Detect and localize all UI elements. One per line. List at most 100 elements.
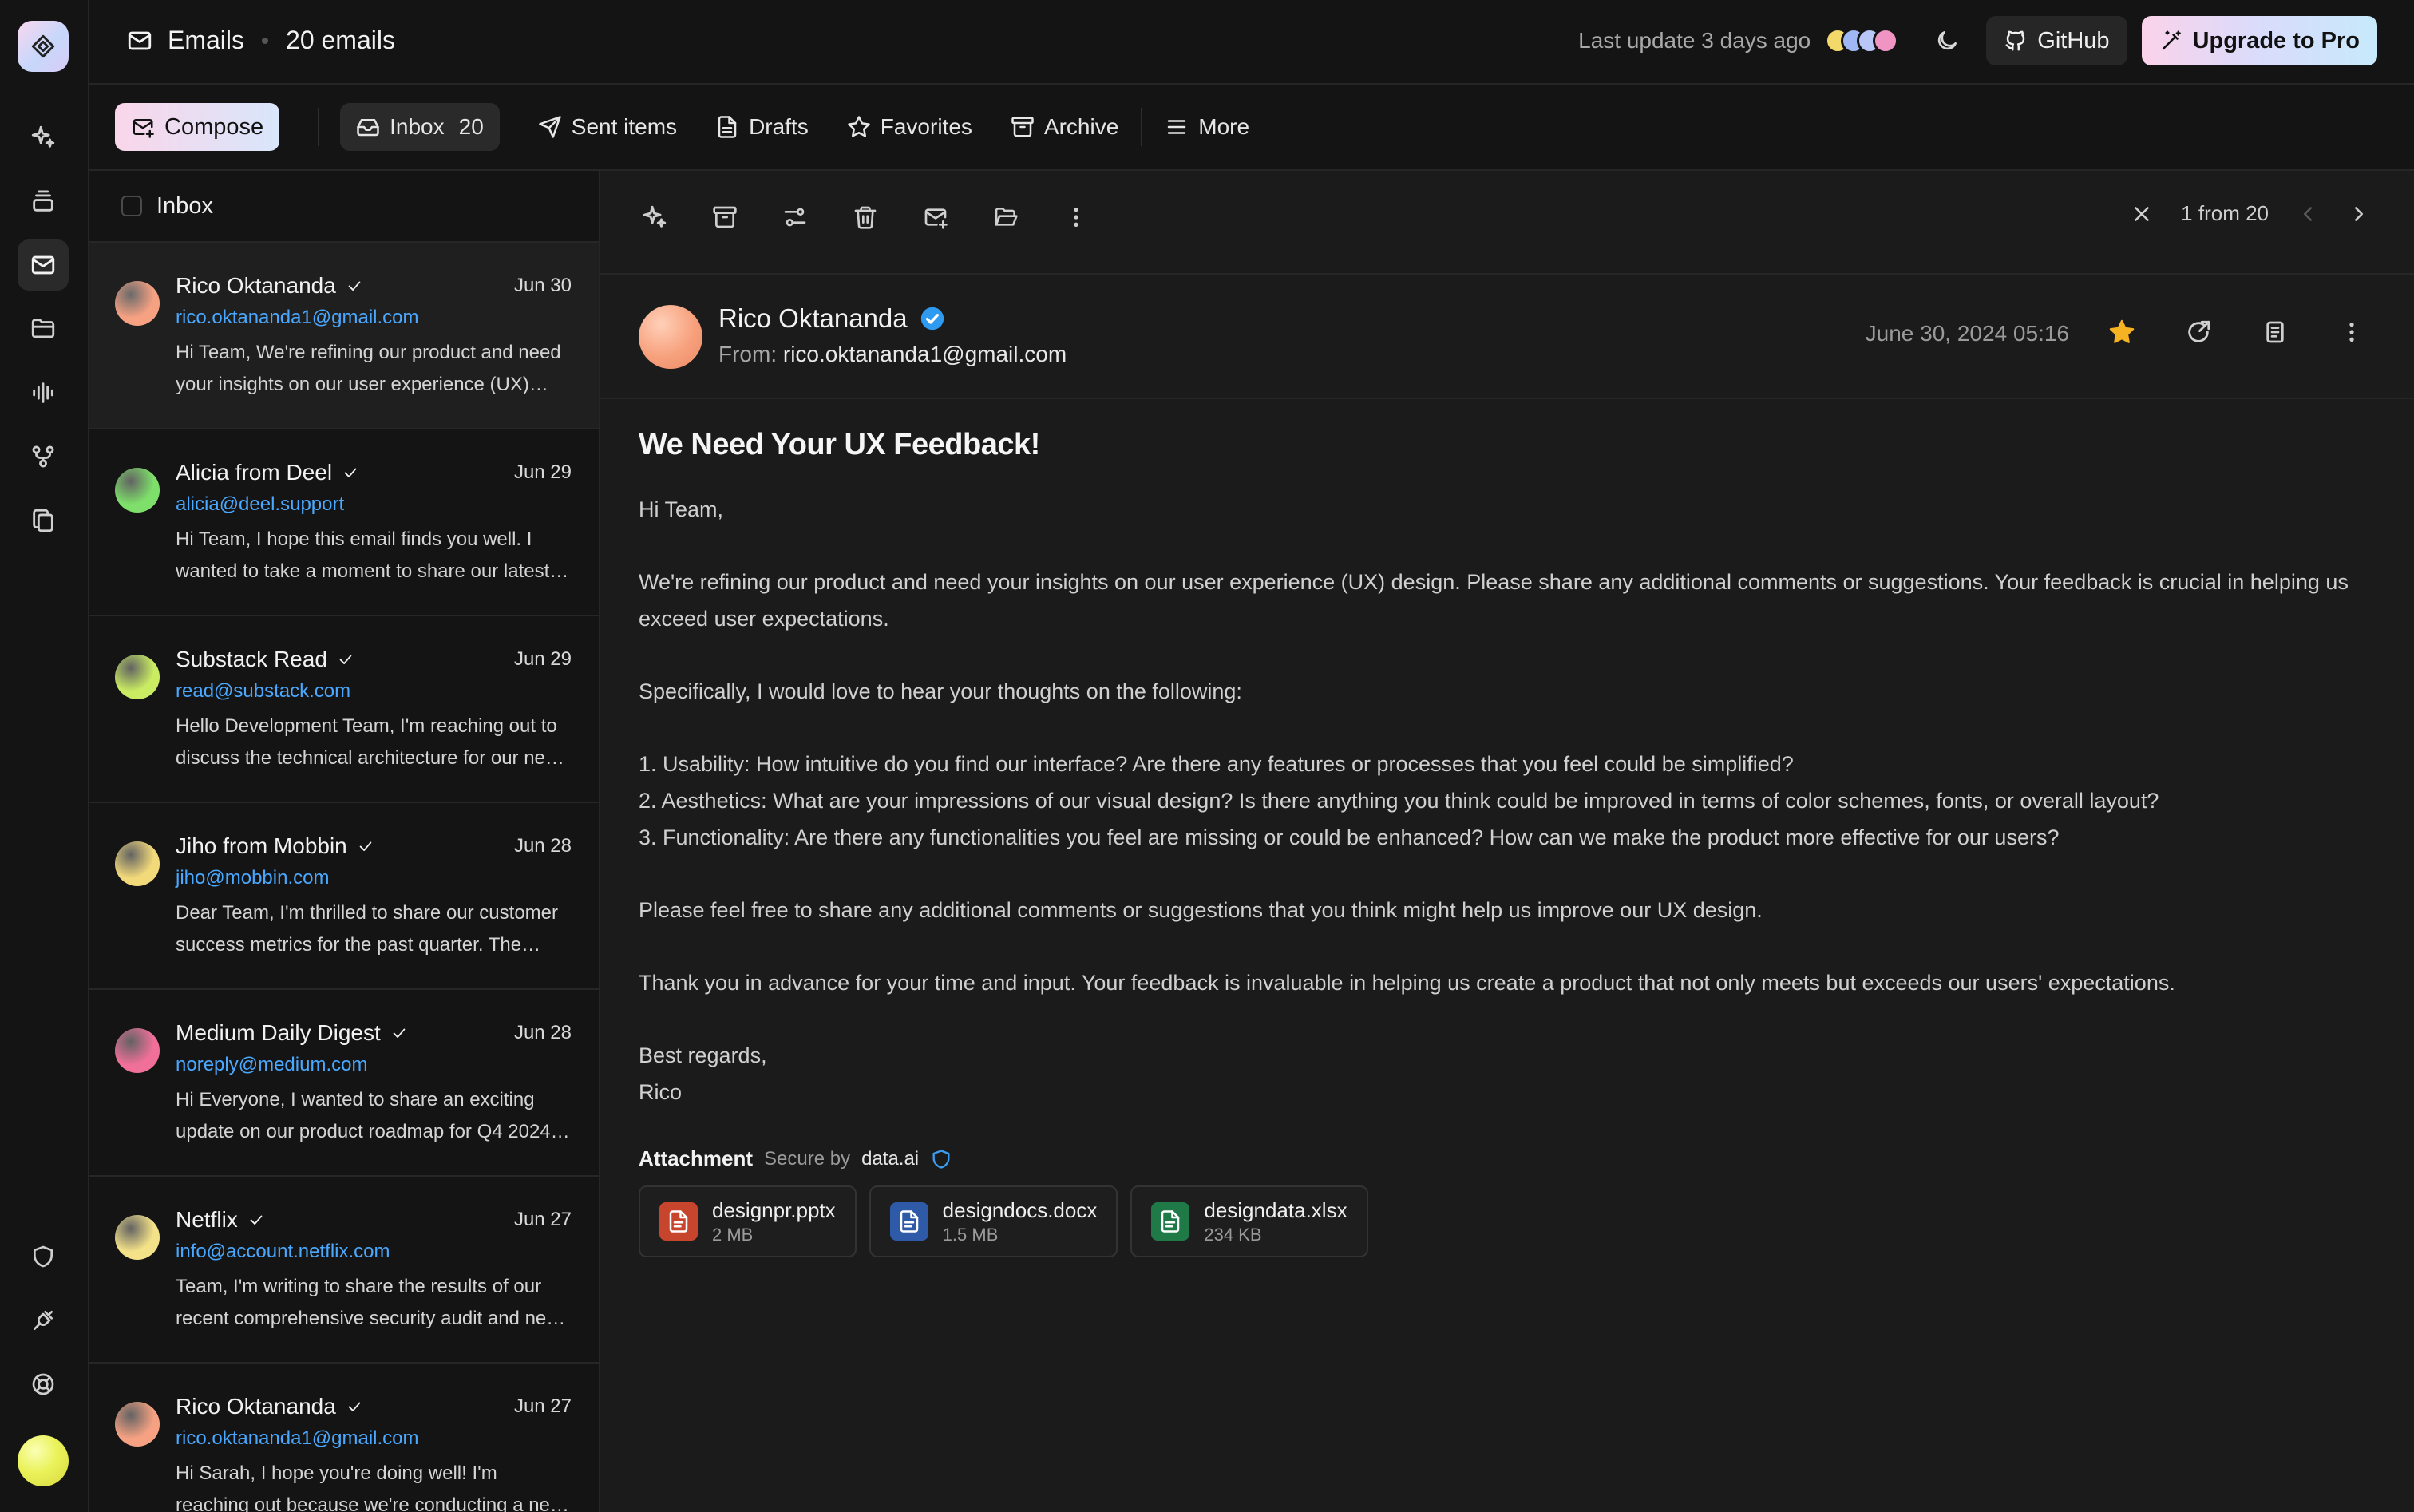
more-actions-button[interactable] [1060,201,1092,233]
move-to-folder-button[interactable] [990,201,1022,233]
email-date: Jun 27 [513,1209,572,1230]
rail-copy-button[interactable] [18,495,69,546]
sender-avatar [115,1402,160,1447]
star-button[interactable] [2106,316,2138,348]
attachment-size: 2 MB [712,1224,754,1245]
rail-stack-button[interactable] [18,176,69,227]
pager-position: 1 from 20 [2181,201,2269,225]
theme-toggle-button[interactable] [1922,16,1972,65]
github-button[interactable]: GitHub [1986,16,2127,65]
rail-branch-button[interactable] [18,431,69,482]
sender-name-row: Alicia from Deel [176,460,359,485]
sparkles-icon [643,205,667,228]
sender-name: Jiho from Mobbin [176,833,347,858]
tab-sent[interactable]: Sent items [522,103,693,151]
rail-audio-button[interactable] [18,367,69,418]
message-datetime: June 30, 2024 05:16 [1865,321,2069,346]
tab-more[interactable]: More [1149,103,1265,151]
ai-summarize-button[interactable] [639,201,671,233]
notes-button[interactable] [2259,316,2291,348]
email-preview: Hi Sarah, I hope you're doing well! I'm … [176,1463,564,1512]
email-date: Jun 29 [513,648,572,670]
email-list-item[interactable]: Substack Read Jun 29 read@substack.com Hell… [89,616,599,803]
email-preview: Dear Team, I'm thrilled to share our cus… [176,902,558,956]
github-label: GitHub [2037,27,2110,53]
paragraph-2: Specifically, I would love to hear your … [639,679,1242,703]
rail-folder-button[interactable] [18,303,69,354]
star-filled-icon [2109,319,2135,343]
sender-avatar [115,468,160,513]
tab-archive-label: Archive [1043,114,1119,139]
attachment-label: Attachment [639,1146,754,1170]
filter-button[interactable] [779,201,811,233]
message-body: We Need Your UX Feedback! Hi Team, We're… [639,428,2363,1257]
email-list-item[interactable]: Rico Oktananda Jun 27 rico.oktananda1@gmai… [89,1364,599,1512]
sender-name-row: Rico Oktananda [176,1394,363,1419]
email-list-item[interactable]: Jiho from Mobbin Jun 28 jiho@mobbin.com Dea… [89,803,599,990]
file-icon [1161,1210,1180,1233]
archive-button[interactable] [709,201,741,233]
email-preview: Team, I'm writing to share the results o… [176,1276,561,1329]
magic-wand-icon [2162,30,2181,50]
email-list-item[interactable]: Alicia from Deel Jun 29 alicia@deel.suppor… [89,429,599,616]
collaborator-avatars[interactable] [1825,28,1899,53]
last-update-text: Last update 3 days ago [1578,28,1811,53]
sender-name-row: Substack Read [176,647,354,672]
upgrade-button[interactable]: Upgrade to Pro [2141,16,2377,65]
app-logo[interactable] [18,21,69,72]
sender-name: Rico Oktananda [718,303,908,333]
title-text: Emails [168,26,245,54]
email-list-item[interactable]: Netflix Jun 27 info@account.netflix.com Tea… [89,1177,599,1364]
select-all-checkbox[interactable] [121,196,142,216]
sender-address: read@substack.com [176,680,351,702]
send-icon [539,116,561,138]
verified-check-icon [339,655,352,664]
attachment-type-icon [659,1202,698,1241]
list-heading: Inbox [156,192,213,219]
compose-button[interactable]: Compose [115,103,280,151]
close-message-button[interactable] [2130,202,2154,226]
list-header: Inbox [89,171,599,243]
rail-help-button[interactable] [18,1359,69,1410]
email-list: Inbox Rico Oktananda Jun 30 rico.oktananda… [89,171,600,1512]
tab-archive[interactable]: Archive [995,103,1134,151]
previous-message-button[interactable] [2296,202,2320,226]
forward-button[interactable] [2182,316,2214,348]
rail-mail-button[interactable] [18,239,69,291]
attachment-item[interactable]: designpr.pptx 2 MB [639,1185,857,1257]
message-pager: 1 from 20 [2130,201,2371,226]
mark-unread-button[interactable] [920,201,952,233]
folder-icon [31,319,55,338]
rail-ai-button[interactable] [18,112,69,163]
email-list-item[interactable]: Medium Daily Digest Jun 28 noreply@medium.… [89,990,599,1177]
attachment-item[interactable]: designdata.xlsx 234 KB [1130,1185,1368,1257]
tab-favorites[interactable]: Favorites [831,103,988,151]
email-date: Jun 28 [513,835,572,857]
email-list-item[interactable]: Rico Oktananda Jun 30 rico.oktananda1@gmai… [89,243,599,429]
waveform-icon [33,382,53,403]
attachment-type-icon [1151,1202,1190,1241]
rail-plugins-button[interactable] [18,1295,69,1346]
star-icon [848,116,870,137]
secure-brand: data.ai [861,1147,920,1170]
page-title: Emails 20 emails [126,26,395,55]
rail-security-button[interactable] [18,1231,69,1282]
attachment-item[interactable]: designdocs.docx 1.5 MB [869,1185,1118,1257]
attachment-name: designpr.pptx [712,1197,836,1222]
more-vertical-icon [1074,208,1078,227]
email-date: Jun 28 [513,1022,572,1043]
delete-button[interactable] [849,201,881,233]
folder-open-icon [995,208,1018,226]
mail-tabs: Compose Inbox 20 Sent items Drafts Favor… [89,85,2414,171]
sender-address[interactable]: rico.oktananda1@gmail.com [783,342,1067,366]
tab-inbox[interactable]: Inbox 20 [340,103,500,151]
tab-drafts[interactable]: Drafts [699,103,825,151]
attachment-header: Attachment Secure by data.ai [639,1146,2363,1171]
sender-address: jiho@mobbin.com [176,867,330,889]
mail-icon [128,31,152,49]
feedback-list: 1. Usability: How intuitive do you find … [639,746,2363,856]
message-more-button[interactable] [2336,316,2368,348]
next-message-button[interactable] [2347,202,2371,226]
moon-icon [1938,31,1957,50]
user-avatar[interactable] [18,1435,69,1486]
